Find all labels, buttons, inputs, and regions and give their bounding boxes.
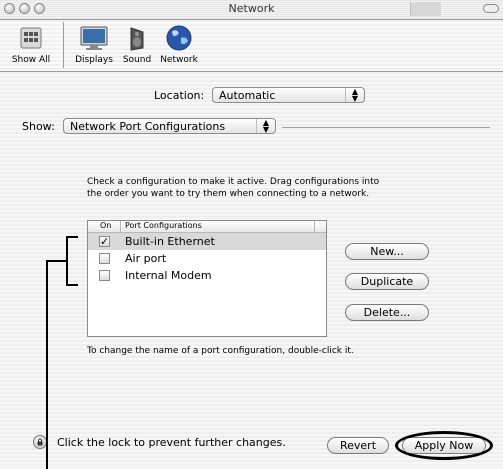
description-text: Check a configuration to make it active.… — [87, 177, 380, 199]
toolbar-show-all[interactable]: Show All — [3, 24, 59, 65]
port-configurations-list[interactable]: On Port Configurations ✓ Built-in Ethern… — [87, 220, 327, 337]
toolbar-network[interactable]: Network — [157, 24, 201, 65]
column-header-on[interactable]: On — [100, 221, 111, 230]
toolbar: Show All Displays Sound Network — [0, 20, 503, 72]
lock-icon[interactable] — [33, 435, 47, 449]
list-header: On Port Configurations — [88, 221, 326, 233]
checkbox-air-port[interactable] — [99, 253, 110, 264]
annotation-leader-vertical — [46, 260, 48, 469]
show-value: Network Port Configurations — [70, 120, 226, 133]
duplicate-button[interactable]: Duplicate — [345, 273, 429, 290]
toolbar-toggle-button[interactable] — [483, 4, 499, 13]
location-popup[interactable]: Automatic ▲ ▼ — [212, 87, 365, 103]
updown-arrows-icon: ▲ ▼ — [256, 119, 275, 134]
list-item-air-port[interactable]: Air port — [88, 250, 326, 267]
toolbar-show-all-label: Show All — [11, 55, 51, 65]
toolbar-displays[interactable]: Displays — [74, 24, 114, 65]
list-item-label: Internal Modem — [125, 269, 212, 282]
annotation-leader-horizontal — [46, 260, 66, 262]
list-item-label: Built-in Ethernet — [125, 235, 215, 248]
annotation-bracket — [66, 236, 78, 286]
column-separator — [314, 221, 315, 232]
delete-button[interactable]: Delete... — [345, 304, 429, 321]
column-header-port-configurations[interactable]: Port Configurations — [125, 221, 202, 230]
show-popup[interactable]: Network Port Configurations ▲ ▼ — [63, 118, 276, 134]
revert-button[interactable]: Revert — [327, 437, 389, 454]
toolbar-sound-label: Sound — [122, 55, 152, 65]
rename-hint-text: To change the name of a port configurati… — [87, 346, 354, 356]
divider-line — [282, 127, 490, 128]
list-item-label: Air port — [125, 252, 167, 265]
column-separator — [120, 221, 121, 232]
list-item-internal-modem[interactable]: Internal Modem — [88, 267, 326, 284]
globe-icon — [163, 24, 195, 52]
list-item-built-in-ethernet[interactable]: ✓ Built-in Ethernet — [88, 233, 326, 250]
toolbar-displays-label: Displays — [75, 55, 113, 65]
toolbar-separator — [63, 22, 64, 68]
title-bar-block — [410, 2, 441, 16]
checkbox-internal-modem[interactable] — [99, 270, 110, 281]
show-all-icon — [15, 24, 47, 52]
lock-text: Click the lock to prevent further change… — [57, 436, 286, 449]
location-label: Location: — [154, 89, 205, 102]
title-bar[interactable]: Network — [0, 0, 503, 20]
show-label: Show: — [22, 120, 55, 133]
toolbar-network-label: Network — [160, 55, 198, 65]
toolbar-sound[interactable]: Sound — [119, 24, 155, 65]
updown-arrows-icon: ▲ ▼ — [345, 88, 364, 103]
highlight-ellipse — [395, 431, 493, 460]
new-button[interactable]: New... — [345, 243, 429, 260]
speaker-icon — [121, 24, 153, 52]
location-value: Automatic — [219, 89, 276, 102]
network-preferences-window: Network Show All Displays Sound Network … — [0, 0, 503, 469]
displays-icon — [78, 24, 110, 52]
checkbox-built-in-ethernet[interactable]: ✓ — [99, 236, 110, 247]
